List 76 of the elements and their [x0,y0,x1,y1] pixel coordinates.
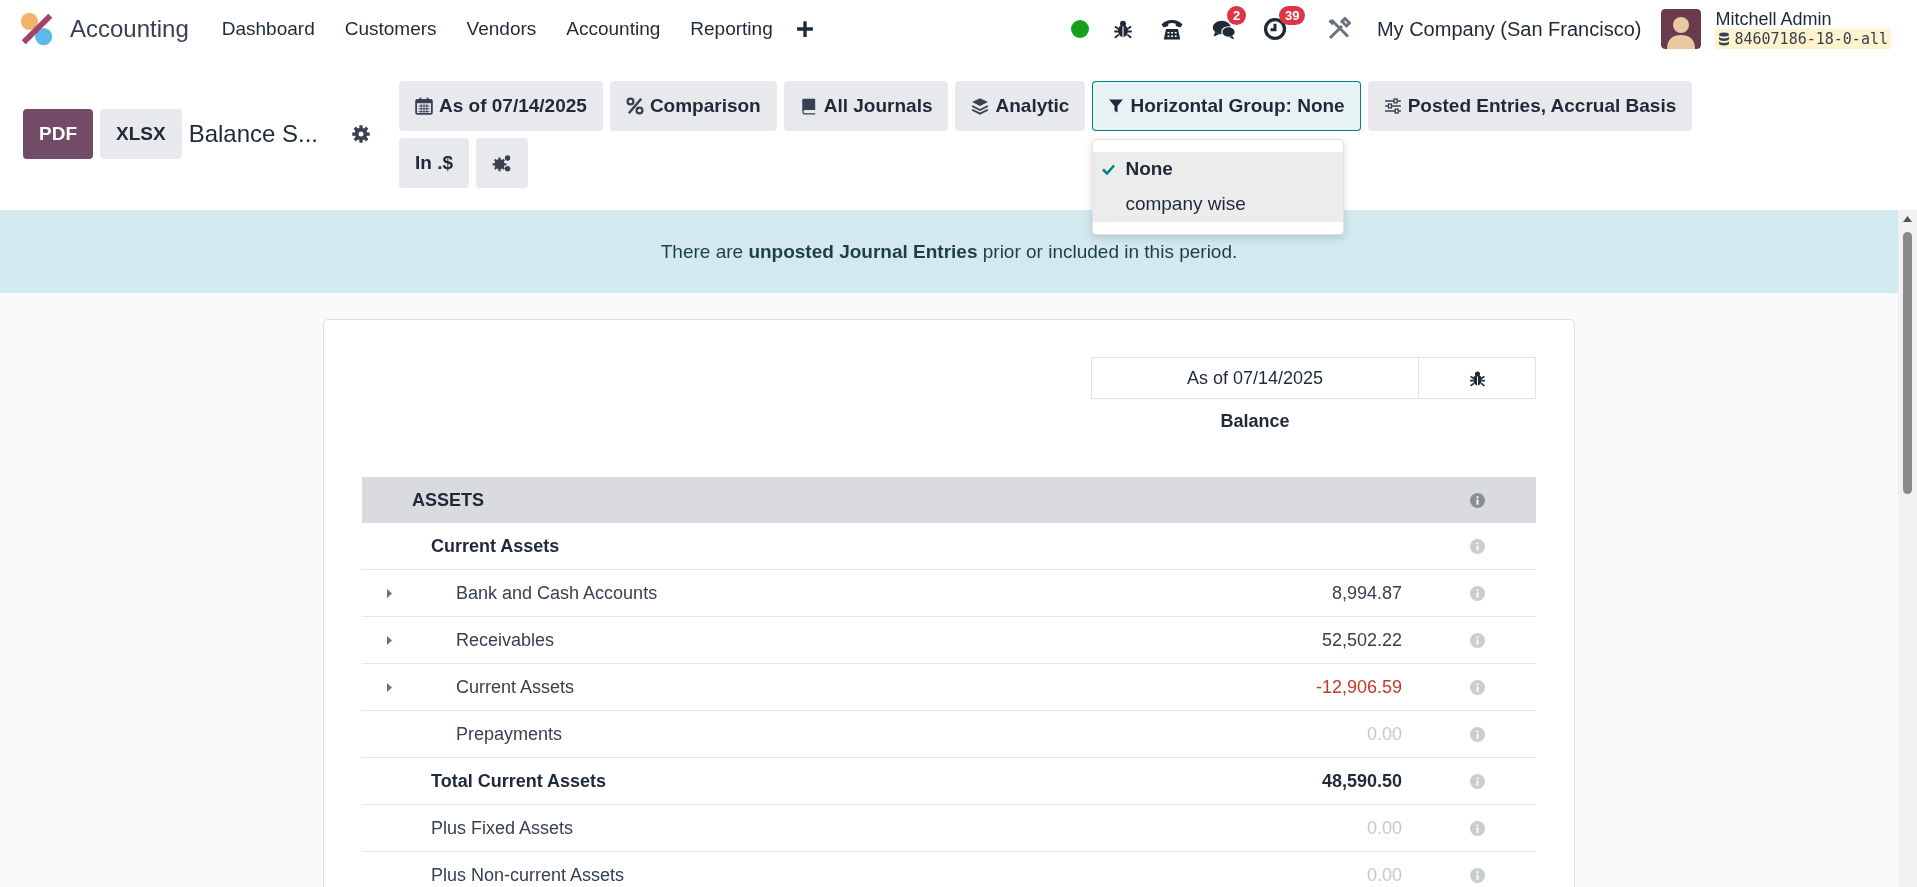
report-title: Balance S... [188,120,319,148]
settings-button[interactable] [476,137,528,188]
menu-item[interactable]: Reporting [675,12,788,46]
phone-icon [1158,17,1185,41]
dropdown-option[interactable]: None [1093,151,1344,187]
info-icon[interactable] [1470,867,1485,883]
tools-icon [1326,17,1351,41]
app-name[interactable]: Accounting [70,15,189,43]
column-header: As of 07/14/2025 [1091,357,1419,399]
filter-button[interactable]: Posted Entries, Accrual Basis [1367,80,1693,131]
info-icon[interactable] [1470,726,1485,742]
amount-cell: 0.00 [1366,723,1402,744]
row-label: Plus Non-current Assets [431,864,625,886]
row-label: Current Assets [431,535,560,557]
amount-cell: 48,590.50 [1321,770,1402,791]
column-label: Balance [1219,411,1291,432]
info-icon[interactable] [1470,820,1485,836]
calendar-icon [415,96,433,115]
settings-icon[interactable] [351,124,372,144]
scroll-up-icon[interactable] [1902,215,1913,223]
alert-text: There are unposted Journal Entries prior or included in this period. [660,240,1238,263]
row-label: Bank and Cash Accounts [456,582,658,604]
info-icon[interactable] [1470,773,1485,789]
amount-cell: 0.00 [1366,864,1402,885]
menu-item[interactable]: Customers [329,12,452,46]
scroll-thumb[interactable] [1903,232,1912,494]
info-icon[interactable] [1470,492,1485,508]
check-icon [1102,163,1116,175]
filter-button[interactable]: All Journals [783,80,949,131]
filter-button[interactable]: As of 07/14/2025 [399,80,603,131]
sliders-icon [1383,96,1402,115]
notification-badge: 2 [1226,6,1247,25]
menu-item[interactable]: Dashboard [206,12,330,46]
filter-button[interactable]: In .$ [399,137,469,188]
menu-item[interactable]: Vendors [451,12,552,46]
status-dot[interactable] [1070,20,1089,38]
info-icon[interactable] [1470,538,1485,554]
filter-button[interactable]: Horizontal Group: None [1092,80,1361,131]
bug-icon [1468,369,1486,387]
notification-badge: 39 [1278,6,1306,25]
row-label: ASSETS [412,489,485,511]
gears-icon [492,152,512,173]
bug-icon [1112,19,1133,39]
amount-cell: 8,994.87 [1331,582,1402,603]
company-switcher[interactable]: My Company (San Francisco) [1376,17,1642,41]
dropdown-option[interactable]: company wise [1093,186,1344,222]
menu-item[interactable]: Accounting [551,12,676,46]
filter-button[interactable]: Analytic [955,80,1086,131]
info-icon[interactable] [1470,679,1485,695]
amount-cell: 0.00 [1366,817,1402,838]
amount-cell: 52,502.22 [1321,629,1402,650]
row-label: Receivables [456,629,555,651]
filter-button[interactable]: Comparison [609,80,777,131]
plus-icon[interactable] [795,20,814,38]
filter-icon [1108,97,1125,114]
row-label: Total Current Assets [431,770,607,792]
scrollbar[interactable] [1898,210,1917,887]
caret-icon[interactable] [386,681,393,693]
caret-icon[interactable] [386,587,393,599]
export-button[interactable]: XLSX [100,109,182,159]
amount-cell: -12,906.59 [1315,676,1402,697]
user-name[interactable]: Mitchell Admin [1715,9,1891,29]
book-icon [799,96,818,115]
percent-icon [625,96,644,115]
info-icon[interactable] [1470,585,1485,601]
database-label: 84607186-18-0-all [1715,29,1891,49]
info-icon[interactable] [1470,632,1485,648]
layers-icon [971,96,990,115]
row-label: Current Assets [456,676,575,698]
clock-icon [1262,17,1287,41]
user-avatar[interactable] [1661,9,1702,49]
caret-icon[interactable] [386,634,393,646]
database-icon [1718,32,1731,46]
row-label: Prepayments [456,723,563,745]
row-label: Plus Fixed Assets [431,817,574,839]
export-button[interactable]: PDF [23,109,93,159]
